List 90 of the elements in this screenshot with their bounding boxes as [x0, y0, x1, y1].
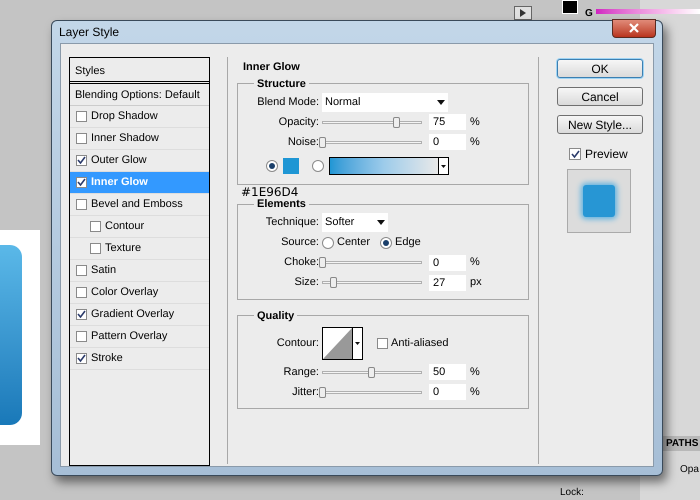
checkbox[interactable]	[90, 221, 101, 232]
dropdown[interactable]: Normal	[322, 92, 448, 112]
value-field[interactable]: 0	[429, 384, 466, 400]
contour-picker[interactable]	[322, 326, 363, 360]
opacity-label: Opa	[680, 463, 699, 477]
checkbox[interactable]	[90, 243, 101, 254]
close-button[interactable]	[612, 18, 656, 38]
gradient-picker[interactable]	[329, 157, 449, 175]
radio-button[interactable]	[380, 236, 392, 248]
value-field[interactable]: 50	[429, 364, 466, 380]
list-item[interactable]: Stroke	[70, 348, 209, 370]
group-title: Quality	[256, 308, 296, 324]
checkbox[interactable]	[377, 338, 388, 348]
dialog-button[interactable]: New Style...	[557, 115, 643, 134]
list-item[interactable]: Color Overlay	[70, 282, 209, 304]
value-field[interactable]: 0	[429, 254, 466, 270]
list-item[interactable]: Drop Shadow	[70, 106, 209, 128]
slider-label: Opacity:	[278, 114, 320, 130]
list-item[interactable]: Texture	[70, 238, 209, 260]
unit-label: %	[470, 255, 480, 270]
checkbox[interactable]	[569, 148, 581, 160]
checkbox[interactable]	[76, 111, 87, 122]
unit-label: %	[470, 114, 480, 130]
slider-label: Range:	[282, 364, 320, 380]
checkbox[interactable]	[76, 177, 87, 188]
section-title: Inner Glow	[242, 60, 301, 75]
caret-icon	[441, 164, 446, 168]
unit-label: %	[470, 384, 480, 400]
list-item[interactable]: Bevel and Emboss	[70, 194, 209, 216]
list-header[interactable]: Styles	[70, 58, 209, 84]
slider-label: Noise:	[286, 134, 320, 150]
slider-thumb[interactable]	[330, 277, 337, 288]
slider-thumb[interactable]	[392, 116, 400, 128]
radio-button[interactable]	[312, 160, 324, 172]
slider-thumb[interactable]	[368, 366, 375, 378]
caret-icon	[437, 100, 445, 104]
checkbox[interactable]	[76, 265, 87, 276]
preview-swatch	[583, 185, 615, 217]
dialog-button[interactable]: OK	[557, 59, 643, 78]
list-item[interactable]: Inner Shadow	[70, 128, 209, 150]
list-item[interactable]: Satin	[70, 260, 209, 282]
dialog-button[interactable]: Cancel	[557, 87, 643, 106]
checkbox[interactable]	[76, 309, 87, 320]
list-item[interactable]: Blending Options: Default	[70, 84, 209, 106]
color-swatch[interactable]	[562, 0, 578, 14]
radio-button[interactable]	[322, 236, 334, 248]
lock-label: Lock:	[560, 486, 584, 500]
unit-label: px	[470, 275, 482, 290]
checkbox-label: Preview	[585, 146, 628, 163]
radio-button[interactable]	[266, 160, 278, 172]
slider-track[interactable]	[596, 9, 700, 14]
slider-label: Jitter:	[291, 384, 320, 400]
caret-icon	[355, 342, 360, 344]
play-icon[interactable]	[514, 6, 532, 20]
caret-icon	[377, 220, 385, 225]
radio-label: Center	[337, 235, 370, 250]
group-title: Structure	[256, 76, 307, 92]
checkbox[interactable]	[76, 199, 87, 210]
group-title: Elements	[256, 197, 307, 212]
dropdown[interactable]: Softer	[322, 213, 388, 232]
technique-label: Technique:	[264, 215, 320, 230]
value-field[interactable]: 0	[429, 134, 466, 150]
value-field[interactable]: 27	[429, 274, 466, 290]
unit-label: %	[470, 134, 480, 150]
slider-thumb[interactable]	[319, 136, 326, 148]
checkbox-label: Anti-aliased	[391, 336, 448, 351]
checkbox[interactable]	[76, 331, 87, 342]
source-label: Source:	[280, 235, 320, 250]
value-field[interactable]: 75	[429, 114, 466, 130]
channel-label: G	[585, 7, 593, 21]
list-item[interactable]: Pattern Overlay	[70, 326, 209, 348]
slider-label: Size:	[294, 275, 320, 290]
checkbox[interactable]	[76, 155, 87, 166]
slider-thumb[interactable]	[319, 257, 326, 268]
window-title: Layer Style	[59, 24, 120, 41]
contour-label: Contour:	[276, 336, 320, 351]
checkbox[interactable]	[76, 287, 87, 298]
color-note: #1E96D4	[240, 186, 300, 198]
slider-label: Choke:	[283, 255, 320, 270]
close-icon	[629, 23, 639, 33]
panel-tab[interactable]: PATHS	[662, 436, 700, 451]
list-item[interactable]: Gradient Overlay	[70, 304, 209, 326]
list-item[interactable]: Contour	[70, 216, 209, 238]
color-swatch[interactable]	[283, 158, 299, 174]
slider-thumb[interactable]	[319, 386, 326, 398]
checkbox[interactable]	[76, 353, 87, 364]
radio-label: Edge	[395, 235, 421, 250]
blend-mode-label: Blend Mode:	[256, 94, 320, 110]
unit-label: %	[470, 364, 480, 380]
checkbox[interactable]	[76, 133, 87, 144]
